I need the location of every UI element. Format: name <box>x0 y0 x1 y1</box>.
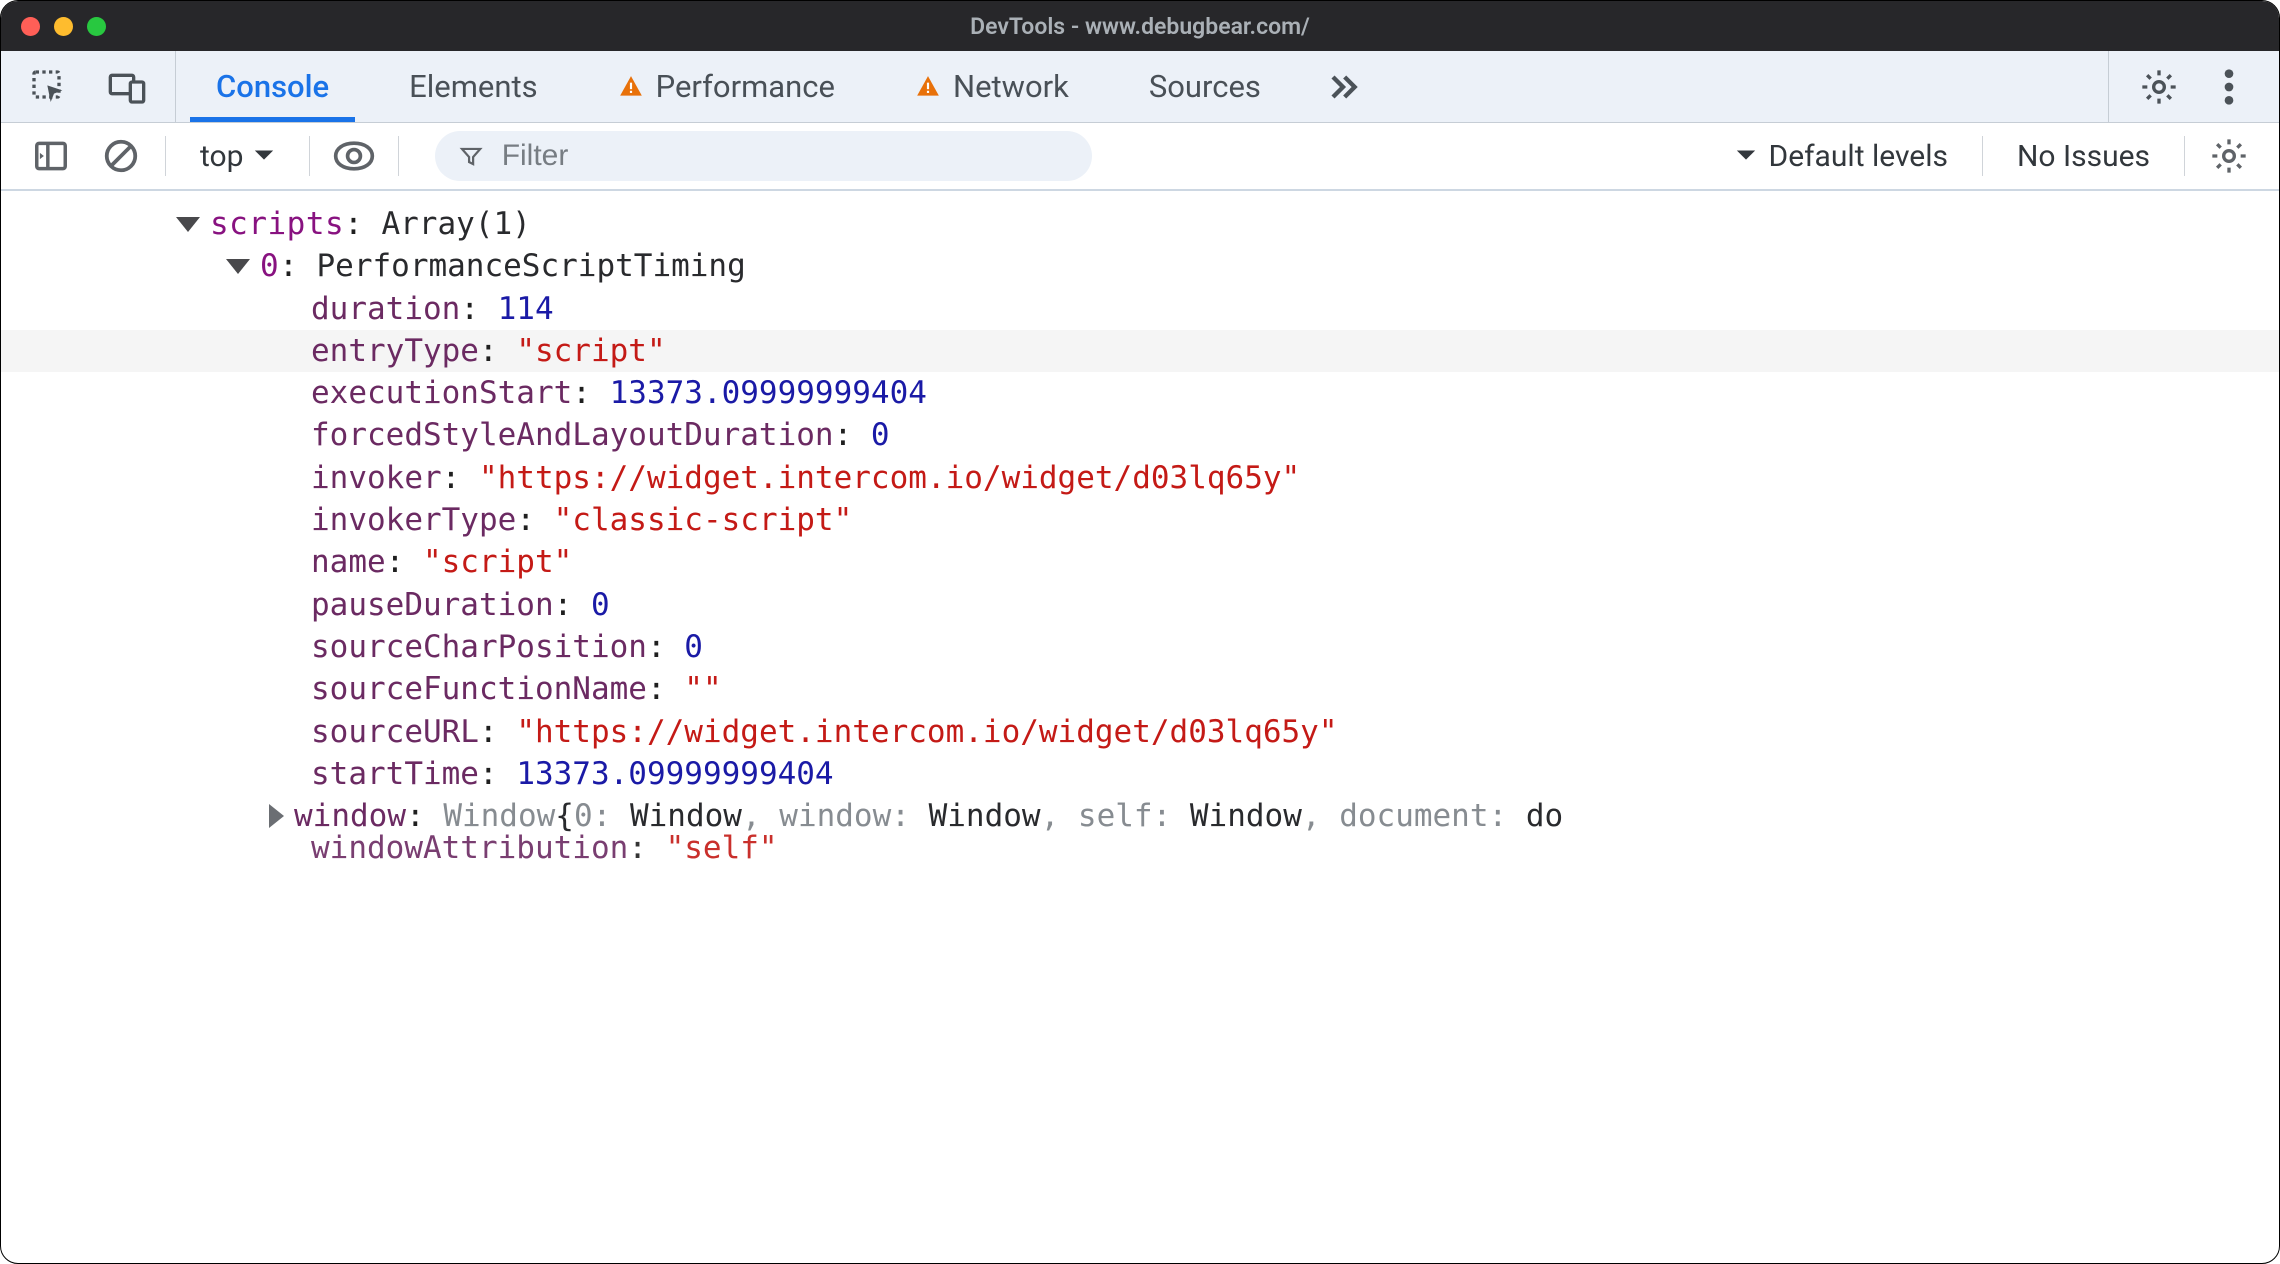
tab-more[interactable] <box>1301 51 1385 122</box>
object-row[interactable]: sourceURL: "https://widget.intercom.io/w… <box>1 711 2279 753</box>
prop-key: invokerType <box>311 500 516 540</box>
console-sidebar-toggle-icon[interactable] <box>25 130 77 182</box>
context-selector[interactable]: top <box>184 139 291 174</box>
prop-value: "" <box>684 669 721 709</box>
tab-network[interactable]: Network <box>875 51 1109 122</box>
tab-label: Performance <box>656 68 835 105</box>
prop-key: sourceFunctionName <box>311 669 647 709</box>
more-icon[interactable] <box>2209 67 2249 107</box>
object-row[interactable]: sourceCharPosition: 0 <box>1 626 2279 668</box>
log-levels-selector[interactable]: Default levels <box>1719 139 1964 174</box>
separator <box>1982 136 1983 176</box>
separator <box>165 136 166 176</box>
object-row[interactable]: executionStart: 13373.09999999404 <box>1 372 2279 414</box>
tabbar: Console Elements Performance Network Sou… <box>1 51 2279 123</box>
disclosure-down-icon[interactable] <box>226 259 250 274</box>
object-row[interactable]: entryType: "script" <box>1 330 2279 372</box>
tab-label: Sources <box>1149 68 1261 105</box>
disclosure-down-icon[interactable] <box>176 217 200 232</box>
prop-value: "script" <box>516 331 665 371</box>
disclosure-right-icon[interactable] <box>269 804 284 828</box>
titlebar: DevTools - www.debugbear.com/ <box>1 1 2279 51</box>
object-row[interactable]: pauseDuration: 0 <box>1 584 2279 626</box>
object-row[interactable]: invokerType: "classic-script" <box>1 499 2279 541</box>
prop-value: PerformanceScriptTiming <box>317 246 746 286</box>
prop-value: "https://widget.intercom.io/widget/d03lq… <box>479 458 1300 498</box>
prop-value: 0 <box>591 585 610 625</box>
prop-value: "https://widget.intercom.io/widget/d03lq… <box>516 712 1337 752</box>
device-toolbar-icon[interactable] <box>107 67 147 107</box>
prop-key: sourceURL <box>311 712 479 752</box>
prop-key: startTime <box>311 754 479 794</box>
prop-key: name <box>311 542 386 582</box>
prop-value: "classic-script" <box>554 500 853 540</box>
prop-value: 0 <box>684 627 703 667</box>
object-row[interactable]: scripts: Array(1) <box>1 203 2279 245</box>
warning-icon <box>915 74 941 100</box>
separator <box>398 136 399 176</box>
prop-value: 114 <box>498 289 554 329</box>
separator <box>309 136 310 176</box>
prop-key-cutoff: windowAttribution <box>311 828 628 868</box>
tabbar-right <box>2108 51 2279 122</box>
chevron-down-icon <box>253 148 275 164</box>
object-row[interactable]: name: "script" <box>1 541 2279 583</box>
clear-console-icon[interactable] <box>95 130 147 182</box>
levels-label: Default levels <box>1769 139 1948 174</box>
console-settings-icon[interactable] <box>2203 130 2255 182</box>
filter-input[interactable] <box>502 139 1068 173</box>
prop-value: Array(1) <box>381 204 530 244</box>
prop-key: pauseDuration <box>311 585 554 625</box>
prop-key: scripts <box>210 204 344 244</box>
prop-key: invoker <box>311 458 442 498</box>
prop-value-cutoff: "self" <box>666 828 778 868</box>
tabbar-left-icons <box>1 51 176 122</box>
inspect-element-icon[interactable] <box>29 67 69 107</box>
tab-label: Console <box>216 68 329 105</box>
object-row[interactable]: windowAttribution: "self" <box>1 827 2279 869</box>
object-row[interactable]: sourceFunctionName: "" <box>1 668 2279 710</box>
close-window-button[interactable] <box>21 17 40 36</box>
object-row[interactable]: 0: PerformanceScriptTiming <box>1 245 2279 287</box>
chevron-double-right-icon <box>1323 67 1363 107</box>
separator <box>2184 136 2185 176</box>
tab-sources[interactable]: Sources <box>1109 51 1301 122</box>
prop-key: sourceCharPosition <box>311 627 647 667</box>
object-row[interactable]: invoker: "https://widget.intercom.io/wid… <box>1 457 2279 499</box>
maximize-window-button[interactable] <box>87 17 106 36</box>
tab-label: Elements <box>409 68 537 105</box>
chevron-down-icon <box>1735 148 1757 164</box>
tab-performance[interactable]: Performance <box>578 51 875 122</box>
tab-elements[interactable]: Elements <box>369 51 577 122</box>
prop-key: forcedStyleAndLayoutDuration <box>311 415 834 455</box>
console-toolbar: top Default levels No Issues <box>1 123 2279 191</box>
prop-value: 13373.09999999404 <box>516 754 833 794</box>
warning-icon <box>618 74 644 100</box>
prop-key: duration <box>311 289 460 329</box>
devtools-window: DevTools - www.debugbear.com/ Console <box>0 0 2280 1264</box>
tab-label: Network <box>953 68 1069 105</box>
prop-value: 0 <box>871 415 890 455</box>
prop-value: 13373.09999999404 <box>610 373 927 413</box>
prop-key: 0 <box>260 246 279 286</box>
issues-label: No Issues <box>2001 139 2166 174</box>
window-title: DevTools - www.debugbear.com/ <box>970 13 1310 40</box>
tabs: Console Elements Performance Network Sou… <box>176 51 2108 122</box>
prop-value: "script" <box>423 542 572 582</box>
tab-console[interactable]: Console <box>176 51 369 122</box>
object-row[interactable]: startTime: 13373.09999999404 <box>1 753 2279 795</box>
filter-box[interactable] <box>435 131 1092 181</box>
console-content[interactable]: scripts: Array(1) 0: PerformanceScriptTi… <box>1 191 2279 1263</box>
prop-key: entryType <box>311 331 479 371</box>
traffic-lights <box>21 17 106 36</box>
filter-icon <box>459 143 483 169</box>
prop-key: executionStart <box>311 373 572 413</box>
minimize-window-button[interactable] <box>54 17 73 36</box>
live-expression-icon[interactable] <box>328 130 380 182</box>
object-row[interactable]: forcedStyleAndLayoutDuration: 0 <box>1 414 2279 456</box>
object-row[interactable]: duration: 114 <box>1 288 2279 330</box>
settings-icon[interactable] <box>2139 67 2179 107</box>
context-label: top <box>200 139 243 174</box>
